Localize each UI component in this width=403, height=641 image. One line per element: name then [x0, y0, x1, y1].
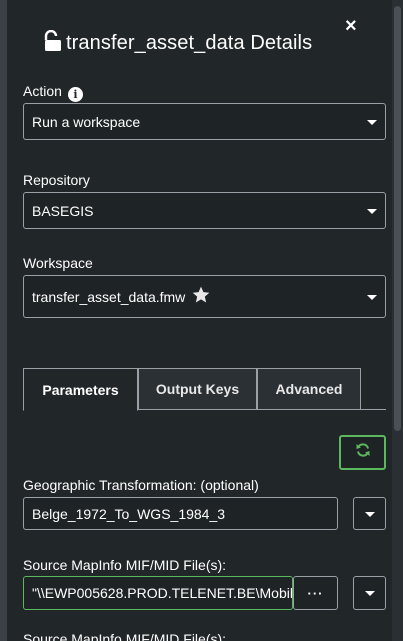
close-button[interactable]: ×: [345, 16, 357, 36]
workspace-select-value: transfer_asset_data.fmw: [32, 288, 186, 305]
browse-button[interactable]: ···: [293, 576, 338, 610]
scrollbar-thumb[interactable]: [394, 6, 401, 431]
info-icon[interactable]: i: [67, 87, 83, 102]
workspace-label: Workspace: [23, 255, 93, 271]
repository-label: Repository: [23, 172, 90, 188]
repository-select-value: BASEGIS: [32, 202, 94, 219]
panel-header: transfer_asset_data Details: [44, 29, 313, 57]
chevron-down-icon: [364, 511, 375, 517]
tab-output-keys[interactable]: Output Keys: [138, 368, 257, 410]
refresh-icon: [355, 442, 371, 463]
chevron-down-icon: [364, 591, 375, 596]
source-file-label: Source MapInfo MIF/MID File(s):: [23, 557, 227, 573]
tab-parameters[interactable]: Parameters: [23, 368, 138, 411]
action-select[interactable]: Run a workspace: [23, 103, 386, 140]
unlocked-padlock-icon: [44, 29, 62, 57]
chevron-down-icon: [367, 119, 377, 125]
refresh-button[interactable]: [339, 435, 386, 470]
geo-transformation-dropdown-button[interactable]: [353, 497, 386, 530]
action-label: Action: [23, 83, 62, 99]
page-title: transfer_asset_data Details: [66, 31, 313, 54]
workspace-select[interactable]: transfer_asset_data.fmw: [23, 275, 386, 318]
source-file-value: "\\EWP005628.PROD.TELENET.BE\Mobil: [32, 585, 293, 601]
chevron-down-icon: [367, 208, 377, 214]
geo-transformation-label: Geographic Transformation: (optional): [23, 477, 259, 493]
star-icon[interactable]: [185, 285, 211, 308]
geo-transformation-field[interactable]: Belge_1972_To_WGS_1984_3: [23, 497, 338, 530]
tab-advanced[interactable]: Advanced: [257, 368, 361, 410]
action-label-row: Action i: [23, 83, 83, 102]
geo-transformation-value: Belge_1972_To_WGS_1984_3: [32, 505, 226, 522]
source-file-input[interactable]: "\\EWP005628.PROD.TELENET.BE\Mobil: [23, 576, 293, 610]
tab-bar: Parameters Output Keys Advanced: [23, 368, 386, 411]
action-select-value: Run a workspace: [32, 113, 141, 130]
repository-select[interactable]: BASEGIS: [23, 192, 386, 229]
more-dots-icon: ···: [307, 585, 324, 601]
next-parameter-label: Source MapInfo MIF/MID File(s):: [23, 632, 227, 641]
chevron-down-icon: [367, 294, 377, 300]
source-file-dropdown-button[interactable]: [353, 576, 386, 610]
left-edge-strip: [0, 0, 7, 641]
